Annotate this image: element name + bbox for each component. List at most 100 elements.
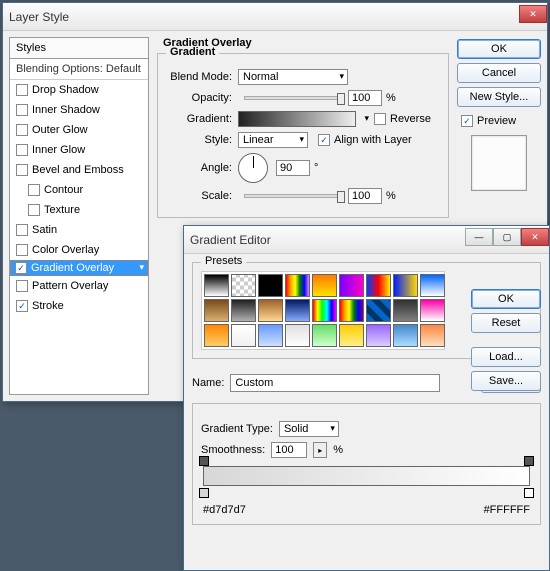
style-item-gradient-overlay[interactable]: Gradient Overlay [10,260,148,276]
preset-swatch[interactable] [204,299,229,322]
angle-input[interactable]: 90 [276,160,310,176]
titlebar[interactable]: Gradient Editor — ▢ ✕ [184,226,549,254]
style-checkbox[interactable] [16,104,28,116]
preset-swatch[interactable] [366,274,391,297]
smoothness-input[interactable]: 100 [271,442,307,458]
window-title: Layer Style [9,10,519,24]
align-checkbox[interactable] [318,134,330,146]
titlebar[interactable]: Layer Style ✕ [3,3,547,31]
close-icon[interactable]: ✕ [521,228,549,246]
scale-slider[interactable] [244,194,342,198]
preview-box [471,135,527,191]
preset-swatch[interactable] [231,324,256,347]
opacity-stop-left[interactable] [199,456,209,466]
preset-swatch[interactable] [339,274,364,297]
hex-left: #d7d7d7 [203,504,246,516]
opacity-stop-right[interactable] [524,456,534,466]
style-item-satin[interactable]: Satin [10,220,148,240]
smoothness-step[interactable]: ▸ [313,442,327,458]
angle-dial[interactable] [238,153,268,183]
preset-swatch[interactable] [258,299,283,322]
smoothness-pct: % [333,444,343,456]
preset-swatch[interactable] [285,299,310,322]
blend-mode-label: Blend Mode: [166,71,238,83]
gradient-swatch[interactable] [238,111,356,127]
blending-options-default[interactable]: Blending Options: Default [10,59,148,80]
style-checkbox[interactable] [28,184,40,196]
style-checkbox[interactable] [16,280,28,292]
preset-swatch[interactable] [420,324,445,347]
hex-right: #FFFFFF [484,504,530,516]
preset-swatch[interactable] [393,274,418,297]
angle-deg: ° [314,162,318,174]
styles-header[interactable]: Styles [10,38,148,59]
gradient-group-label: Gradient [166,46,219,58]
gradient-bar[interactable] [203,466,530,486]
style-checkbox[interactable] [16,300,28,312]
save-button[interactable]: Save... [471,371,541,391]
style-checkbox[interactable] [16,124,28,136]
maximize-icon[interactable]: ▢ [493,228,521,246]
preset-swatch[interactable] [258,324,283,347]
style-checkbox[interactable] [16,144,28,156]
opacity-input[interactable]: 100 [348,90,382,106]
style-item-label: Bevel and Emboss [32,164,124,176]
style-checkbox[interactable] [16,244,28,256]
preset-swatch[interactable] [339,299,364,322]
close-icon[interactable]: ✕ [519,5,547,23]
preset-swatch[interactable] [312,274,337,297]
minimize-icon[interactable]: — [465,228,493,246]
preset-swatch[interactable] [285,274,310,297]
load-button[interactable]: Load... [471,347,541,367]
preset-swatch[interactable] [393,324,418,347]
ok-button[interactable]: OK [457,39,541,59]
color-stop-right[interactable] [524,488,534,498]
preset-swatch[interactable] [312,299,337,322]
window-buttons: — ▢ ✕ [465,233,549,246]
preset-swatch[interactable] [204,324,229,347]
style-item-color-overlay[interactable]: Color Overlay [10,240,148,260]
blend-mode-select[interactable]: Normal [238,69,348,85]
preset-swatch[interactable] [420,274,445,297]
new-style-button[interactable]: New Style... [457,87,541,107]
style-item-drop-shadow[interactable]: Drop Shadow [10,80,148,100]
style-select[interactable]: Linear [238,132,308,148]
cancel-button[interactable]: Cancel [457,63,541,83]
preset-swatch[interactable] [258,274,283,297]
style-item-inner-glow[interactable]: Inner Glow [10,140,148,160]
reset-button[interactable]: Reset [471,313,541,333]
scale-input[interactable]: 100 [348,188,382,204]
gradient-type-select[interactable]: Solid [279,421,339,437]
style-checkbox[interactable] [28,204,40,216]
style-item-label: Inner Glow [32,144,85,156]
style-item-bevel-and-emboss[interactable]: Bevel and Emboss [10,160,148,180]
preset-swatch[interactable] [204,274,229,297]
preview-checkbox[interactable] [461,115,473,127]
style-checkbox[interactable] [16,164,28,176]
style-item-outer-glow[interactable]: Outer Glow [10,120,148,140]
preset-swatch[interactable] [393,299,418,322]
style-item-label: Satin [32,224,57,236]
preset-swatch[interactable] [231,274,256,297]
name-input[interactable]: Custom [230,374,440,392]
opacity-slider[interactable] [244,96,342,100]
color-stop-left[interactable] [199,488,209,498]
preset-swatch[interactable] [285,324,310,347]
preset-swatch[interactable] [312,324,337,347]
style-checkbox[interactable] [15,262,27,274]
style-item-inner-shadow[interactable]: Inner Shadow [10,100,148,120]
ok-button[interactable]: OK [471,289,541,309]
style-item-label: Contour [44,184,83,196]
preset-swatch[interactable] [366,299,391,322]
reverse-checkbox[interactable] [374,113,386,125]
preset-swatch[interactable] [339,324,364,347]
style-item-pattern-overlay[interactable]: Pattern Overlay [10,276,148,296]
preset-swatch[interactable] [231,299,256,322]
preset-swatch[interactable] [366,324,391,347]
style-item-texture[interactable]: Texture [10,200,148,220]
preset-swatch[interactable] [420,299,445,322]
style-item-stroke[interactable]: Stroke [10,296,148,316]
style-checkbox[interactable] [16,224,28,236]
style-item-contour[interactable]: Contour [10,180,148,200]
style-checkbox[interactable] [16,84,28,96]
